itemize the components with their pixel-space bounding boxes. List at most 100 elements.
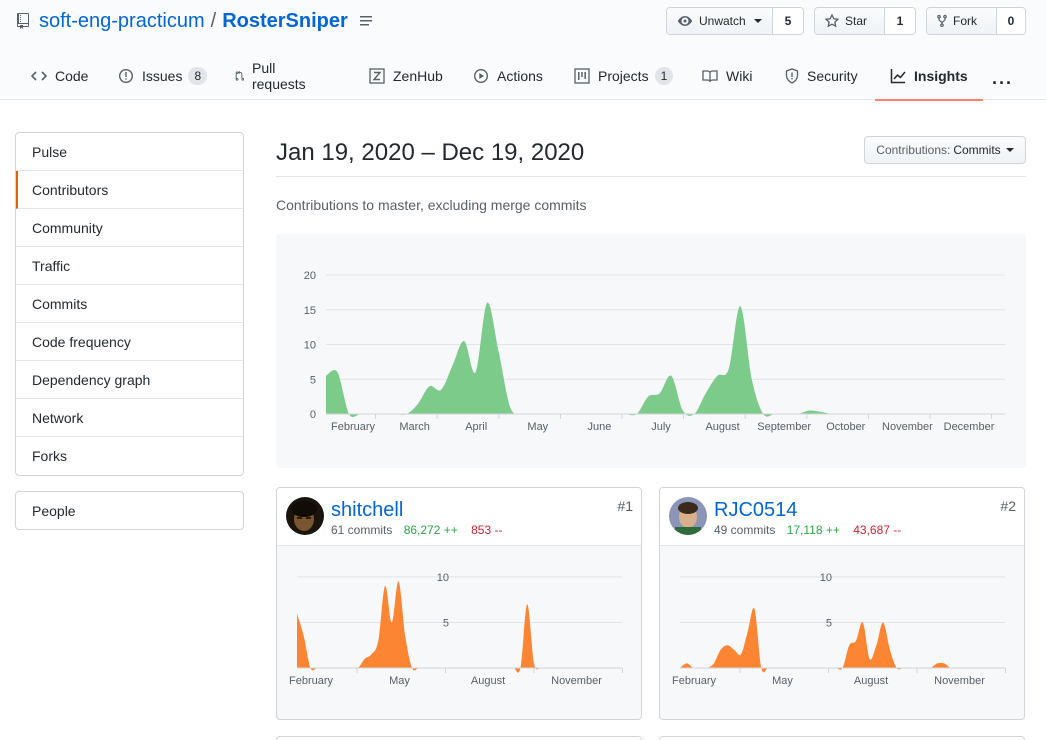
unwatch-button[interactable]: Unwatch bbox=[667, 8, 773, 34]
more-tabs-icon[interactable]: ··· bbox=[992, 73, 1013, 94]
series-area bbox=[326, 302, 1005, 418]
play-icon bbox=[473, 68, 489, 84]
watch-count[interactable]: 5 bbox=[773, 8, 803, 34]
graph-icon bbox=[890, 69, 906, 84]
tab-actions[interactable]: Actions bbox=[473, 52, 543, 100]
tab-insights-label: Insights bbox=[914, 68, 968, 84]
x-tick-label: February bbox=[331, 421, 376, 433]
book-icon bbox=[702, 70, 718, 83]
x-tick-label: November bbox=[882, 421, 933, 433]
tab-actions-label: Actions bbox=[497, 68, 543, 84]
pull-request-icon bbox=[235, 71, 244, 81]
star-icon bbox=[825, 14, 839, 28]
contributor-name-link[interactable]: RJC0514 bbox=[714, 499, 797, 522]
contributor-card bbox=[276, 736, 642, 740]
zenhub-icon bbox=[369, 68, 385, 84]
y-tick-label: 10 bbox=[304, 340, 316, 352]
x-tick-label: May bbox=[389, 675, 410, 687]
contributor-name-link[interactable]: shitchell bbox=[331, 499, 403, 522]
x-tick-label: May bbox=[772, 675, 793, 687]
tab-wiki-label: Wiki bbox=[726, 68, 753, 84]
repo-name-link[interactable]: RosterSniper bbox=[222, 10, 348, 33]
y-tick-label: 15 bbox=[304, 305, 316, 317]
sidebar-item-community[interactable]: Community bbox=[16, 209, 243, 247]
x-tick-label: August bbox=[705, 421, 739, 433]
contributor-chart: 5 10 February May August November bbox=[289, 572, 623, 687]
repo-header: soft-eng-practicum / RosterSniper Unwatc… bbox=[0, 0, 1046, 101]
eye-icon bbox=[677, 16, 693, 26]
repo-owner-link[interactable]: soft-eng-practicum bbox=[39, 10, 205, 33]
sidebar-item-pulse[interactable]: Pulse bbox=[16, 133, 243, 171]
tab-projects-label: Projects bbox=[598, 68, 649, 84]
star-count[interactable]: 1 bbox=[885, 8, 915, 34]
x-tick-label: December bbox=[944, 421, 995, 433]
watch-action: Unwatch 5 bbox=[666, 7, 804, 35]
insights-sidebar: Pulse Contributors Community Traffic Com… bbox=[15, 132, 244, 476]
x-tick-label: June bbox=[587, 421, 611, 433]
sidebar-item-traffic[interactable]: Traffic bbox=[16, 247, 243, 285]
divider bbox=[276, 176, 1026, 177]
tab-security[interactable]: Security bbox=[785, 52, 858, 100]
contributor-card-header: shitchell 61 commits 86,272 ++ 853 -- #1 bbox=[277, 488, 641, 546]
contributor-card-header: RJC0514 49 commits 17,118 ++ 43,687 -- #… bbox=[660, 488, 1024, 546]
tab-code-label: Code bbox=[55, 68, 89, 84]
menu-icon[interactable] bbox=[359, 15, 374, 27]
x-tick-label: September bbox=[757, 421, 811, 433]
y-tick-label: 20 bbox=[304, 270, 316, 282]
sidebar-item-forks[interactable]: Forks bbox=[16, 437, 243, 475]
avatar-image bbox=[286, 497, 324, 535]
commit-count[interactable]: 49 commits bbox=[714, 523, 775, 537]
tab-issues-label: Issues bbox=[142, 68, 183, 84]
tab-issues[interactable]: Issues 8 bbox=[118, 52, 208, 100]
star-button[interactable]: Star bbox=[815, 8, 885, 34]
x-tick-label: August bbox=[854, 675, 888, 687]
tab-wiki[interactable]: Wiki bbox=[702, 52, 752, 100]
sidebar-item-people[interactable]: People bbox=[15, 491, 244, 530]
sidebar-item-network[interactable]: Network bbox=[16, 399, 243, 437]
sidebar-item-code-frequency[interactable]: Code frequency bbox=[16, 323, 243, 361]
avatar[interactable] bbox=[669, 497, 707, 535]
commits-chart-svg: 0 5 10 15 20 February March April May June July Aug… bbox=[304, 270, 1005, 433]
sidebar-item-commits[interactable]: Commits bbox=[16, 285, 243, 323]
contributor-card: shitchell 61 commits 86,272 ++ 853 -- #1… bbox=[276, 487, 642, 720]
x-tick-label: July bbox=[651, 421, 671, 433]
issue-icon bbox=[118, 68, 134, 84]
tab-insights[interactable]: Insights bbox=[875, 52, 983, 101]
project-icon bbox=[574, 68, 590, 84]
x-tick-label: March bbox=[399, 421, 430, 433]
fork-count[interactable]: 0 bbox=[997, 8, 1025, 34]
y-tick-label: 0 bbox=[310, 409, 316, 421]
tab-zenhub[interactable]: ZenHub bbox=[369, 52, 443, 100]
contributions-select[interactable]: Contributions: Commits bbox=[864, 136, 1026, 164]
tab-code[interactable]: Code bbox=[31, 52, 88, 100]
fork-label: Fork bbox=[953, 14, 977, 28]
contributor-rank: #2 bbox=[1000, 498, 1016, 514]
contributions-label: Contributions: bbox=[876, 143, 951, 157]
tab-projects[interactable]: Projects 1 bbox=[574, 52, 674, 100]
date-range-title: Jan 19, 2020 – Dec 19, 2020 bbox=[276, 139, 585, 166]
tab-pull-requests[interactable]: Pull requests bbox=[234, 52, 310, 100]
contributor-chart: 5 10 February May August November bbox=[672, 572, 1006, 687]
avatar[interactable] bbox=[286, 497, 324, 535]
x-tick-label: April bbox=[465, 421, 487, 433]
tab-security-label: Security bbox=[807, 68, 858, 84]
avatar-image bbox=[669, 497, 707, 535]
repo-title: soft-eng-practicum / RosterSniper bbox=[16, 9, 374, 33]
projects-counter: 1 bbox=[654, 67, 674, 85]
fork-button[interactable]: Fork bbox=[927, 8, 997, 34]
tab-zenhub-label: ZenHub bbox=[393, 68, 443, 84]
series-area bbox=[680, 607, 1005, 673]
contributor-card: RJC0514 49 commits 17,118 ++ 43,687 -- #… bbox=[659, 487, 1025, 720]
unwatch-label: Unwatch bbox=[699, 14, 746, 28]
shield-icon bbox=[785, 68, 799, 84]
commit-count[interactable]: 61 commits bbox=[331, 523, 392, 537]
fork-action: Fork 0 bbox=[926, 7, 1026, 35]
repo-separator: / bbox=[210, 9, 217, 32]
chevron-down-icon bbox=[1005, 148, 1014, 152]
sidebar-item-contributors[interactable]: Contributors bbox=[16, 171, 243, 209]
sidebar-item-dependency-graph[interactable]: Dependency graph bbox=[16, 361, 243, 399]
y-tick-label: 10 bbox=[820, 572, 832, 584]
additions-count: 86,272 ++ bbox=[403, 523, 458, 537]
x-tick-label: August bbox=[471, 675, 505, 687]
fork-icon bbox=[937, 14, 947, 28]
